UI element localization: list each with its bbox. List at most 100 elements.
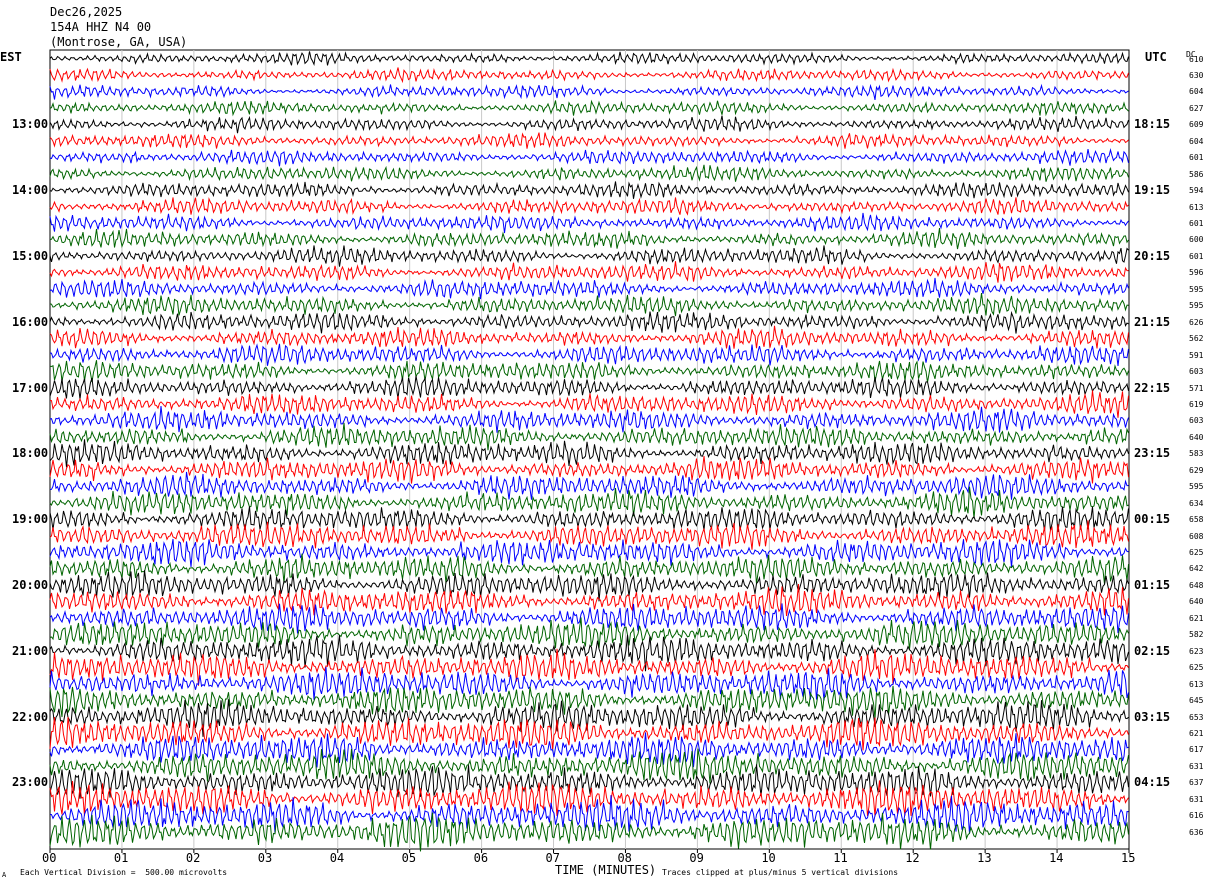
left-hour-label: 23:00 xyxy=(12,775,49,790)
right-hour-label: 03:15 xyxy=(1134,709,1171,724)
seismic-trace xyxy=(49,506,1129,532)
right-hour-label: 00:15 xyxy=(1134,512,1171,527)
seismic-trace xyxy=(49,520,1129,550)
seismic-trace xyxy=(49,360,1129,383)
right-hour-label: 20:15 xyxy=(1134,248,1171,263)
dc-offset-value: 637 xyxy=(1189,778,1204,788)
dc-offset-value: 613 xyxy=(1189,679,1204,689)
dc-offset-value: 625 xyxy=(1189,548,1204,557)
dc-offset-value: 610 xyxy=(1189,54,1204,64)
seismic-trace xyxy=(49,261,1129,283)
seismic-trace xyxy=(49,228,1129,250)
right-hour-label: 18:15 xyxy=(1134,117,1171,132)
seismic-trace xyxy=(49,196,1129,216)
x-tick-label: 11 xyxy=(833,851,848,865)
x-tick-label: 13 xyxy=(977,851,992,865)
seismic-trace xyxy=(49,310,1129,334)
dc-offset-value: 582 xyxy=(1189,630,1204,640)
right-hour-label: 01:15 xyxy=(1134,577,1171,592)
seismic-trace xyxy=(49,570,1129,602)
seismic-trace xyxy=(49,277,1129,300)
left-hour-label: 17:00 xyxy=(12,380,49,395)
x-tick-label: 04 xyxy=(329,851,345,865)
dc-offset-value: 623 xyxy=(1189,646,1204,656)
left-hour-label: 16:00 xyxy=(12,314,49,329)
dc-offset-value: 600 xyxy=(1189,235,1204,245)
x-tick-label: 03 xyxy=(257,851,273,865)
seismic-trace xyxy=(49,148,1129,167)
scale-note: Each Vertical Division = 500.00 microvol… xyxy=(20,868,228,877)
dc-offset-value: 586 xyxy=(1189,169,1204,179)
dc-offset-value: 601 xyxy=(1189,219,1204,228)
left-hour-label: 21:00 xyxy=(12,643,49,658)
corner-mark: A xyxy=(2,871,7,879)
right-hour-label: 22:15 xyxy=(1134,380,1171,395)
right-hour-label: 02:15 xyxy=(1134,643,1171,658)
left-hour-label: 18:00 xyxy=(12,446,49,461)
seismic-trace xyxy=(49,51,1129,67)
dc-offset-value: 648 xyxy=(1189,580,1204,590)
x-tick-label: 15 xyxy=(1121,851,1136,865)
seismic-trace xyxy=(49,553,1129,585)
dc-offset-value: 619 xyxy=(1189,399,1204,409)
seismic-trace xyxy=(49,164,1129,182)
seismic-trace xyxy=(49,325,1129,349)
seismic-trace xyxy=(49,455,1129,484)
x-tick-label: 06 xyxy=(473,851,489,865)
dc-offset-value: 625 xyxy=(1189,663,1204,673)
dc-offset-value: 630 xyxy=(1189,70,1204,80)
dc-offset-value: 562 xyxy=(1189,334,1204,344)
left-hour-label: 19:00 xyxy=(12,512,49,527)
x-tick-label: 14 xyxy=(1049,851,1064,865)
seismic-trace xyxy=(49,634,1129,672)
x-tick-label: 00 xyxy=(42,851,57,865)
dc-offset-value: 616 xyxy=(1189,811,1204,821)
dc-offset-value: 629 xyxy=(1189,465,1204,475)
dc-offset-value: 583 xyxy=(1189,449,1204,459)
dc-offset-value: 595 xyxy=(1189,284,1204,294)
right-hour-label: 19:15 xyxy=(1134,183,1171,198)
dc-offset-value: 603 xyxy=(1189,416,1204,426)
helicorder-plot xyxy=(49,49,1130,853)
x-axis-label: TIME (MINUTES) xyxy=(555,863,657,877)
seismic-trace xyxy=(49,99,1129,117)
seismic-trace xyxy=(49,67,1129,84)
seismic-trace xyxy=(49,699,1129,737)
dc-offset-value: 621 xyxy=(1189,613,1204,623)
dc-offset-value: 617 xyxy=(1189,745,1204,755)
right-hour-label: 04:15 xyxy=(1134,775,1171,790)
dc-offset-value: 603 xyxy=(1189,367,1204,377)
dc-offset-value: 594 xyxy=(1189,186,1204,196)
seismic-trace xyxy=(49,439,1129,468)
dc-offset-value: 626 xyxy=(1189,317,1204,327)
left-hour-label: 15:00 xyxy=(12,248,49,263)
dc-offset-value: 571 xyxy=(1189,383,1204,393)
dc-offset-value: 634 xyxy=(1189,498,1204,508)
seismic-trace xyxy=(49,212,1129,234)
seismic-trace xyxy=(49,648,1129,686)
dc-offset-value: 631 xyxy=(1189,794,1204,804)
dc-offset-value: 658 xyxy=(1189,515,1204,525)
dc-offset-value: 640 xyxy=(1189,432,1204,442)
x-tick-label: 01 xyxy=(113,851,129,865)
dc-offset-value: 604 xyxy=(1189,87,1204,97)
right-hour-label: 23:15 xyxy=(1134,446,1171,461)
seismic-trace xyxy=(49,293,1129,317)
dc-offset-value: 640 xyxy=(1189,597,1204,607)
plot-frame xyxy=(49,49,1130,850)
left-hour-label: 14:00 xyxy=(12,183,49,198)
dc-offset-value: 645 xyxy=(1189,696,1204,706)
dc-offset-value: 596 xyxy=(1189,268,1204,278)
dc-offset-value: 591 xyxy=(1189,350,1204,360)
dc-offset-value: 627 xyxy=(1189,103,1204,113)
dc-offset-value: 653 xyxy=(1189,712,1204,722)
dc-offset-value: 601 xyxy=(1189,251,1204,261)
dc-offset-value: 609 xyxy=(1189,120,1204,130)
dc-offset-value: 604 xyxy=(1189,136,1204,146)
seismic-trace xyxy=(49,343,1129,366)
x-tick-label: 09 xyxy=(689,851,704,865)
dc-offset-value: 642 xyxy=(1189,564,1204,574)
dc-offset-value: 613 xyxy=(1189,202,1204,212)
dc-offset-value: 621 xyxy=(1189,728,1204,738)
dc-offset-value: 631 xyxy=(1189,761,1204,771)
